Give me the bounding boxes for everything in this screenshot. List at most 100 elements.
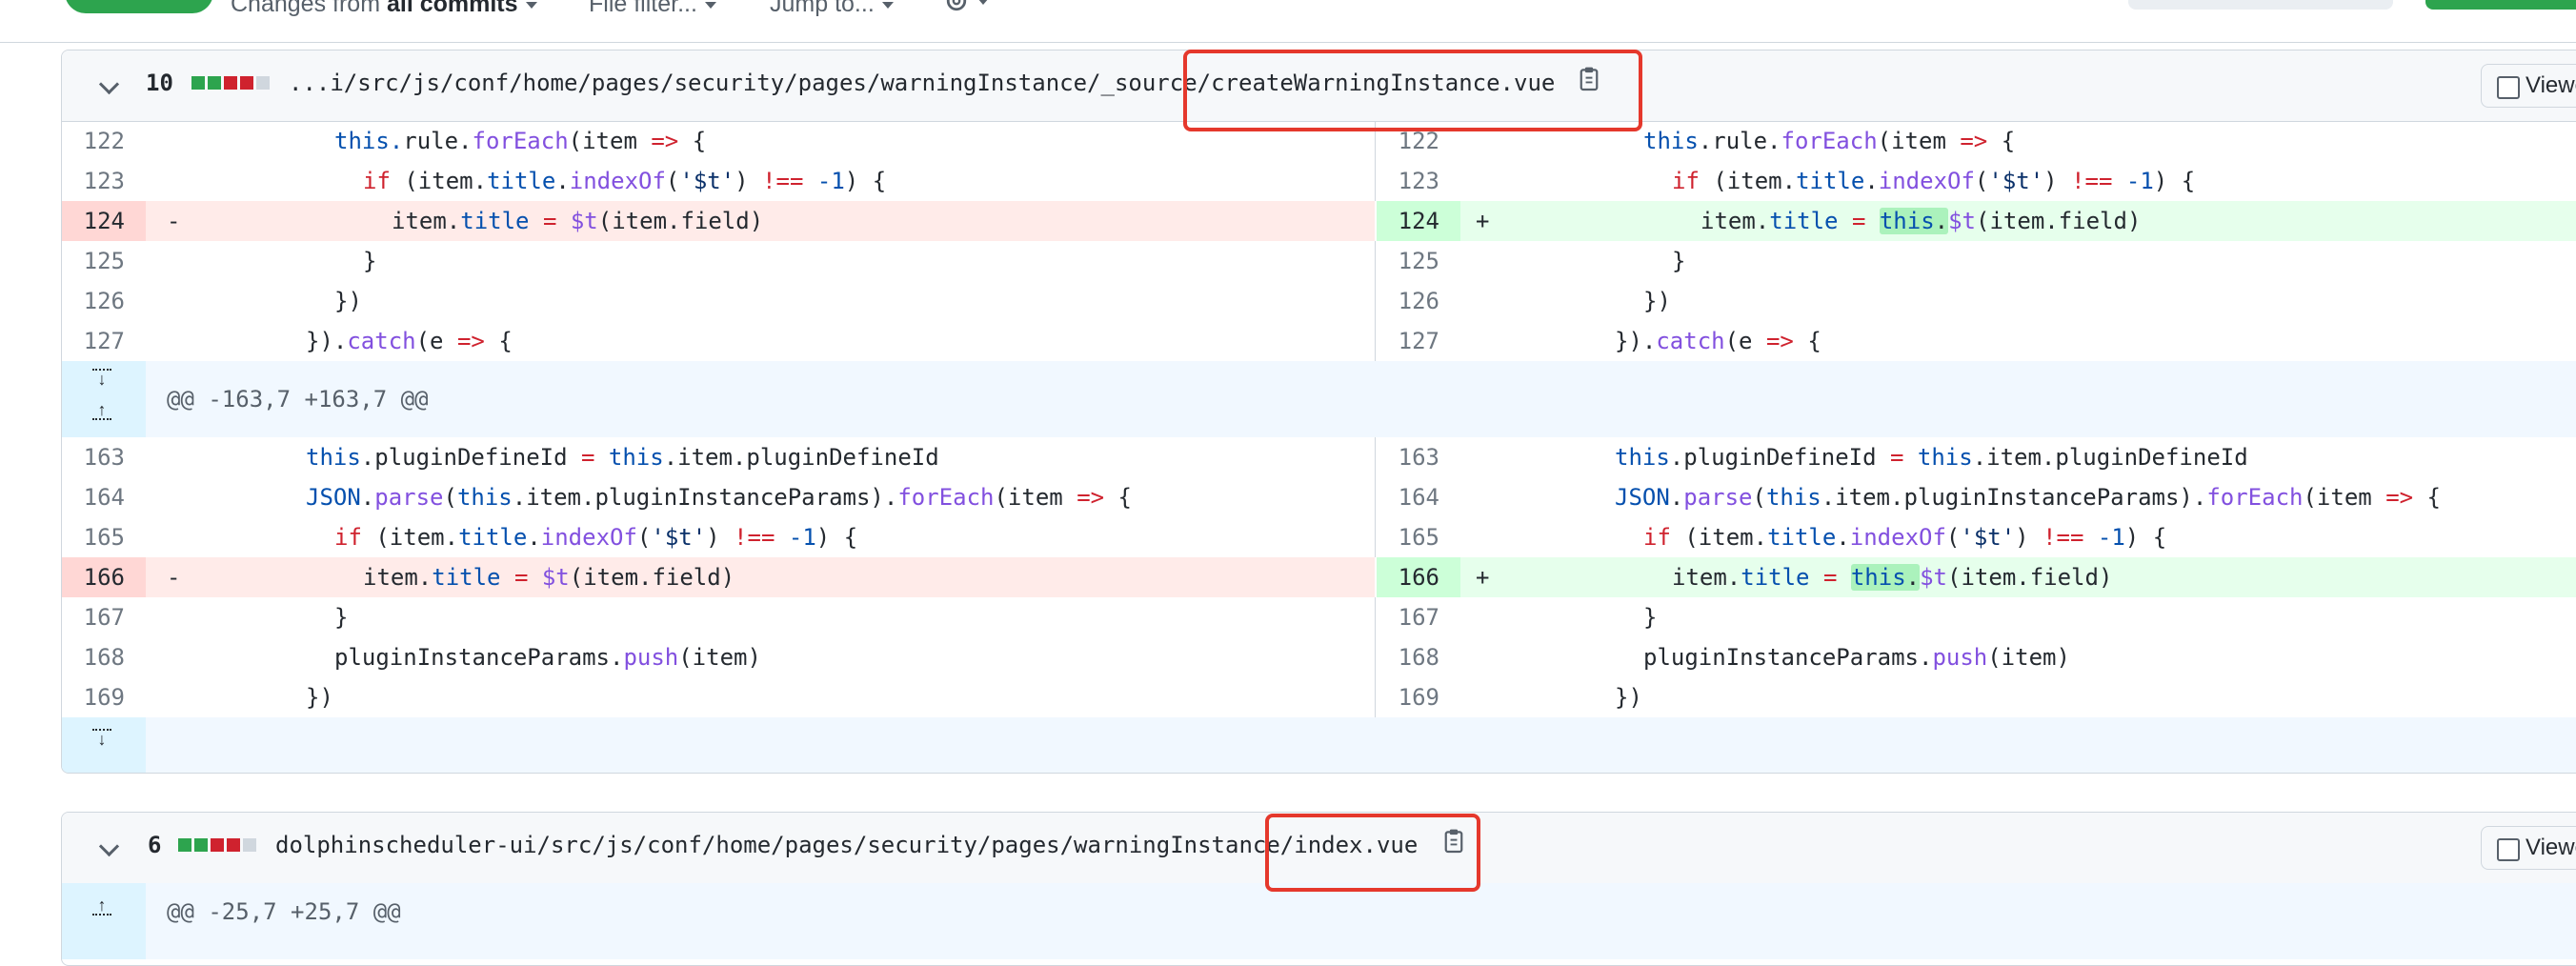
diff-row: 163 this.pluginDefineId = this.item.plug… xyxy=(62,437,2576,477)
code-right: JSON.parse(this.item.pluginInstanceParam… xyxy=(1615,484,2441,511)
expand-down-icon[interactable]: ↓ xyxy=(91,369,113,399)
line-number-right[interactable]: 126 xyxy=(1377,281,1459,321)
hunk-header: ↑ @@ -25,7 +25,7 @@ xyxy=(62,883,2576,959)
code-right: this.rule.forEach(item => { xyxy=(1643,128,2016,154)
diff-line-count: 10 xyxy=(146,70,173,96)
code-left: this.rule.forEach(item => { xyxy=(334,128,707,154)
line-number-right[interactable]: 165 xyxy=(1377,517,1459,557)
toolbar-gray-button[interactable] xyxy=(2128,0,2393,10)
diff-row: 126 }) 126 }) xyxy=(62,281,2576,321)
hunk-header-text: @@ -163,7 +163,7 @@ xyxy=(167,386,429,413)
line-number-left[interactable]: 123 xyxy=(62,161,144,201)
viewed-checkbox[interactable] xyxy=(2497,838,2520,861)
hunk-header-text: @@ -25,7 +25,7 @@ xyxy=(167,898,401,925)
hunk-footer: ↓ xyxy=(62,717,2576,773)
expand-up-icon[interactable]: ↑ xyxy=(91,896,113,927)
line-number-right[interactable]: 167 xyxy=(1377,597,1459,637)
line-number-left[interactable]: 167 xyxy=(62,597,144,637)
code-left: }) xyxy=(334,288,362,314)
line-number-right[interactable]: 163 xyxy=(1377,437,1459,477)
changes-from-value: all commits xyxy=(386,0,518,17)
code-right: this.pluginDefineId = this.item.pluginDe… xyxy=(1615,444,2248,471)
addition-marker: + xyxy=(1476,208,1490,234)
deletion-marker: - xyxy=(167,208,181,234)
file-diff-createWarningInstance: 10 ...i/src/js/conf/home/pages/security/… xyxy=(61,50,2576,774)
code-left: if (item.title.indexOf('$t') !== -1) { xyxy=(363,168,887,194)
jump-to-label: Jump to... xyxy=(770,0,875,17)
line-number-right[interactable]: 125 xyxy=(1377,241,1459,281)
code-left-deleted: item.title = $t(item.field) xyxy=(392,208,764,234)
diff-settings-dropdown[interactable] xyxy=(943,0,989,14)
diff-row-changed: 124 - item.title = $t(item.field) 124 + … xyxy=(62,201,2576,241)
collapse-chevron-icon[interactable] xyxy=(98,73,120,95)
collapse-chevron-icon[interactable] xyxy=(98,835,120,857)
line-number-left[interactable]: 122 xyxy=(62,121,144,161)
viewed-label: Viewed xyxy=(2526,72,2576,98)
diff-row: 165 if (item.title.indexOf('$t') !== -1)… xyxy=(62,517,2576,557)
diff-row-changed: 166 - item.title = $t(item.field) 166 + … xyxy=(62,557,2576,597)
code-right: pluginInstanceParams.push(item) xyxy=(1643,644,2070,671)
diff-toolbar: Changes from all commits File filter... … xyxy=(0,0,2576,43)
line-number-left[interactable]: 126 xyxy=(62,281,144,321)
diffstat-blocks xyxy=(178,838,259,854)
viewed-toggle[interactable]: Viewed xyxy=(2481,64,2576,108)
line-number-right[interactable]: 168 xyxy=(1377,637,1459,677)
viewed-checkbox[interactable] xyxy=(2497,76,2520,99)
line-number-right[interactable]: 169 xyxy=(1377,677,1459,717)
line-number-right[interactable]: 127 xyxy=(1377,321,1459,361)
line-number-left[interactable]: 165 xyxy=(62,517,144,557)
diff-row: 123 if (item.title.indexOf('$t') !== -1)… xyxy=(62,161,2576,201)
line-number-left[interactable]: 163 xyxy=(62,437,144,477)
viewed-label: Viewed xyxy=(2526,835,2576,860)
code-left: if (item.title.indexOf('$t') !== -1) { xyxy=(334,524,858,551)
code-left: }).catch(e => { xyxy=(306,328,513,354)
code-left: JSON.parse(this.item.pluginInstanceParam… xyxy=(306,484,1132,511)
diff-row: 125 } 125 } xyxy=(62,241,2576,281)
file-path-prefix: dolphinscheduler-ui/src/js/conf/home/pag… xyxy=(275,832,1295,858)
file-path-prefix: ...i/src/js/conf/home/pages/security/pag… xyxy=(289,70,1212,96)
line-number-left[interactable]: 164 xyxy=(62,477,144,517)
line-number-left[interactable]: 169 xyxy=(62,677,144,717)
code-right: }) xyxy=(1615,684,1642,711)
hunk-header: ↓ ↑ @@ -163,7 +163,7 @@ xyxy=(62,361,2576,437)
chevron-down-icon xyxy=(977,0,989,5)
diff-row: 167 } 167 } xyxy=(62,597,2576,637)
deletion-marker: - xyxy=(167,564,181,591)
changes-from-dropdown[interactable]: Changes from all commits xyxy=(231,0,537,18)
line-number-left[interactable]: 168 xyxy=(62,637,144,677)
diff-line-count: 6 xyxy=(148,832,162,858)
code-right: }).catch(e => { xyxy=(1615,328,1821,354)
code-left: }) xyxy=(306,684,333,711)
line-number-left[interactable]: 124 xyxy=(62,201,144,241)
line-number-right[interactable]: 123 xyxy=(1377,161,1459,201)
line-number-left[interactable]: 127 xyxy=(62,321,144,361)
line-number-right[interactable]: 166 xyxy=(1377,557,1459,597)
chevron-down-icon xyxy=(881,1,894,9)
addition-marker: + xyxy=(1476,564,1490,591)
code-left-deleted: item.title = $t(item.field) xyxy=(363,564,735,591)
chevron-down-icon xyxy=(704,1,716,9)
diff-row: 169 }) 169 }) xyxy=(62,677,2576,717)
line-number-left[interactable]: 125 xyxy=(62,241,144,281)
code-right: }) xyxy=(1643,288,1671,314)
review-changes-button[interactable] xyxy=(65,0,213,13)
code-right: if (item.title.indexOf('$t') !== -1) { xyxy=(1643,524,2167,551)
code-right: } xyxy=(1643,604,1658,631)
expand-down-icon[interactable]: ↓ xyxy=(91,729,113,759)
file-filter-dropdown[interactable]: File filter... xyxy=(589,0,716,18)
line-number-right[interactable]: 164 xyxy=(1377,477,1459,517)
annotation-highlight-box xyxy=(1265,814,1480,892)
file-path[interactable]: dolphinscheduler-ui/src/js/conf/home/pag… xyxy=(275,832,1418,858)
code-left: } xyxy=(334,604,349,631)
line-number-left[interactable]: 166 xyxy=(62,557,144,597)
changes-from-label: Changes from xyxy=(231,0,387,17)
chevron-down-icon xyxy=(525,1,537,9)
code-left: } xyxy=(363,248,377,274)
line-number-right[interactable]: 124 xyxy=(1377,201,1459,241)
diff-row: 127 }).catch(e => { 127 }).catch(e => { xyxy=(62,321,2576,361)
expand-up-icon[interactable]: ↑ xyxy=(91,401,113,432)
toolbar-green-button[interactable] xyxy=(2425,0,2576,10)
viewed-toggle[interactable]: Viewed xyxy=(2481,826,2576,870)
diff-row: 164 JSON.parse(this.item.pluginInstanceP… xyxy=(62,477,2576,517)
jump-to-dropdown[interactable]: Jump to... xyxy=(770,0,894,18)
